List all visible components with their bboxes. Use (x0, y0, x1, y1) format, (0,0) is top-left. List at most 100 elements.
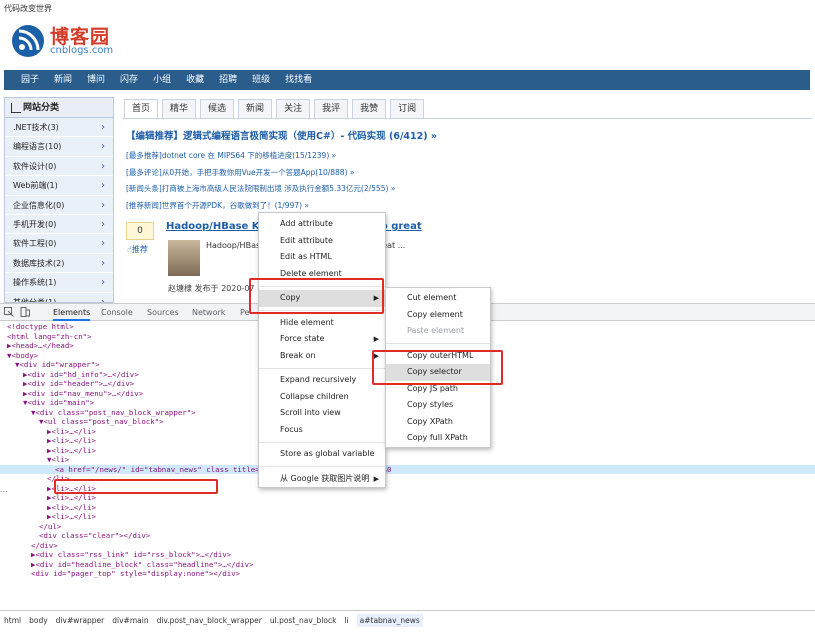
dom-node-line[interactable]: ▶<li>…</li> (0, 484, 815, 494)
breadcrumb-item[interactable]: ul.post_nav_block (270, 616, 337, 625)
dom-node-line[interactable]: ▶<li>…</li> (0, 493, 815, 503)
tab-7[interactable]: 订阅 (390, 99, 425, 118)
tab-1[interactable]: 精华 (162, 99, 197, 118)
sidebar-item[interactable]: 企业信息化(0) › (5, 195, 113, 215)
selected-dom-node[interactable]: <a href="/news/" id="tabnav_news" class … (0, 464, 815, 474)
menu-item[interactable]: Edit as HTML (259, 249, 385, 266)
dom-node-line[interactable]: </ul> (0, 522, 815, 532)
sidebar-item[interactable]: Web前端(1) › (5, 176, 113, 196)
topnav-item[interactable]: 收藏 (186, 70, 204, 90)
topnav-item[interactable]: 新闻 (54, 70, 72, 90)
news-link[interactable]: [新闻头条]打商被上海市高级人民法院限制出境 涉及执行金额5.33亿元(2/55… (126, 183, 395, 200)
menu-separator (259, 367, 385, 369)
menu-item[interactable]: Add attribute (259, 216, 385, 233)
dom-node-line[interactable]: ▶<div class="rss_link" id="rss_block">…<… (0, 550, 815, 560)
menu-item[interactable]: Focus (259, 422, 385, 439)
topnav-item[interactable]: 班级 (252, 70, 270, 90)
menu-item-label: Copy JS path (407, 383, 459, 393)
digg-count[interactable]: 0 (126, 222, 154, 240)
recommend-link[interactable]: ☝推荐 (127, 244, 148, 255)
topnav-item[interactable]: 找找看 (285, 70, 312, 90)
menu-item[interactable]: Copy full XPath (386, 430, 490, 447)
tab-6[interactable]: 我赞 (352, 99, 387, 118)
sidebar-item[interactable]: 软件设计(0) › (5, 156, 113, 177)
menu-item[interactable]: Copy ▶ (259, 290, 385, 307)
devtools-tab[interactable]: Network (192, 304, 225, 321)
context-menu: Add attribute Edit attribute Edit as HTML D… (258, 212, 386, 488)
sidebar-item[interactable]: 编程语言(10) › (5, 137, 113, 157)
editor-headline[interactable]: 【编辑推荐】逻辑式编程语言极简实现（使用C#）- 代码实现 (6/412) » (126, 128, 437, 142)
dom-node-line[interactable]: </div> (0, 541, 815, 551)
sidebar-item[interactable]: 其他分类(1) › (5, 292, 113, 302)
dom-node-line[interactable]: </li> (0, 474, 815, 484)
menu-item-label: Delete element (280, 268, 342, 278)
devtools-tab[interactable]: Elements (53, 304, 91, 321)
topnav-item[interactable]: 博问 (87, 70, 105, 90)
sidebar-item[interactable]: .NET技术(3) › (5, 118, 113, 138)
post-title[interactable]: Hadoop/HBase Ker (166, 221, 271, 232)
rss-logo-icon (12, 25, 44, 57)
menu-item[interactable]: Copy outerHTML (386, 348, 490, 365)
tab-0[interactable]: 首页 (124, 99, 159, 118)
menu-item-label: Copy XPath (407, 416, 453, 426)
tab-4[interactable]: 关注 (276, 99, 311, 118)
topnav-item[interactable]: 小组 (153, 70, 171, 90)
menu-item[interactable]: Expand recursively (259, 372, 385, 389)
devtools-tab[interactable]: Sources (147, 304, 179, 321)
sidebar-item[interactable]: 数据库技术(2) › (5, 253, 113, 274)
recommend-label: 推荐 (131, 245, 148, 254)
menu-item[interactable]: Force state ▶ (259, 331, 385, 348)
menu-item[interactable]: Delete element (259, 266, 385, 283)
menu-item-label: Copy full XPath (407, 433, 468, 442)
sidebar-item[interactable]: 操作系统(1) › (5, 273, 113, 293)
submenu-arrow-icon: ▶ (373, 294, 379, 302)
breadcrumb-item[interactable]: div#main (112, 616, 148, 625)
devtools-tab[interactable]: Console (101, 304, 133, 321)
breadcrumb-item[interactable]: a#tabnav_news (356, 614, 423, 627)
selected-node-dots: ... (0, 485, 8, 494)
chevron-right-icon: › (101, 180, 105, 192)
topnav-item[interactable]: 园子 (21, 70, 39, 90)
sidebar-item-label: 软件工程(0) (13, 239, 57, 249)
breadcrumb-item[interactable]: li (344, 616, 348, 625)
menu-item[interactable]: Cut element (386, 290, 490, 307)
dom-node-line[interactable]: ▶<li>…</li> (0, 503, 815, 513)
dom-node-line[interactable]: ▶<li>…</li> (0, 512, 815, 522)
menu-item[interactable]: Break on ▶ (259, 348, 385, 365)
menu-item[interactable]: Store as global variable (259, 446, 385, 463)
menu-item[interactable]: Copy styles (386, 397, 490, 414)
news-link[interactable]: [最多推荐]dotnet core 在 MIPS64 下的移植进度(15/123… (126, 150, 395, 167)
menu-item[interactable]: Copy JS path (386, 381, 490, 398)
author-avatar[interactable] (168, 240, 200, 276)
tab-3[interactable]: 新闻 (238, 99, 273, 118)
menu-item[interactable]: Copy element (386, 307, 490, 324)
menu-item[interactable]: Copy XPath (386, 414, 490, 431)
breadcrumb-item[interactable]: div#wrapper (56, 616, 105, 625)
news-link[interactable]: [最多评论]从0开始，手把手教你用Vue开发一个答题App(10/888) » (126, 167, 395, 184)
topnav-item[interactable]: 闪存 (120, 70, 138, 90)
dom-node-line[interactable]: ▶<div id="headline_block" class="headlin… (0, 560, 815, 570)
dom-node-line[interactable]: <div class="clear"></div> (0, 531, 815, 541)
menu-item[interactable]: Hide element (259, 315, 385, 332)
sidebar-item[interactable]: 手机开发(0) › (5, 214, 113, 235)
menu-item[interactable]: Copy selector (386, 364, 490, 381)
chevron-right-icon: › (101, 122, 105, 133)
device-toolbar-icon[interactable] (20, 307, 30, 317)
breadcrumb-item[interactable]: div.post_nav_block_wrapper (157, 616, 262, 625)
tab-5[interactable]: 我评 (314, 99, 349, 118)
devtools-tab[interactable]: Pe (240, 304, 249, 321)
sidebar-item-label: 编程语言(10) (13, 142, 62, 152)
menu-item[interactable]: 从 Google 获取图片说明 ▶ (259, 471, 385, 488)
menu-item[interactable]: Scroll into view (259, 405, 385, 422)
menu-item[interactable]: Collapse children (259, 389, 385, 406)
breadcrumb-item[interactable]: html (4, 616, 21, 625)
sidebar-item[interactable]: 软件工程(0) › (5, 234, 113, 254)
menu-item[interactable]: Edit attribute (259, 233, 385, 250)
inspect-icon[interactable] (4, 307, 14, 317)
dom-node-line[interactable]: ▼<li> (0, 455, 815, 465)
tab-2[interactable]: 候选 (200, 99, 235, 118)
breadcrumb-item[interactable]: body (29, 616, 48, 625)
dom-node-line[interactable]: <div id="pager_top" style="display:none"… (0, 569, 815, 579)
topnav-item[interactable]: 招聘 (219, 70, 237, 90)
site-logo[interactable]: 博客园 cnblogs.com (12, 22, 152, 60)
